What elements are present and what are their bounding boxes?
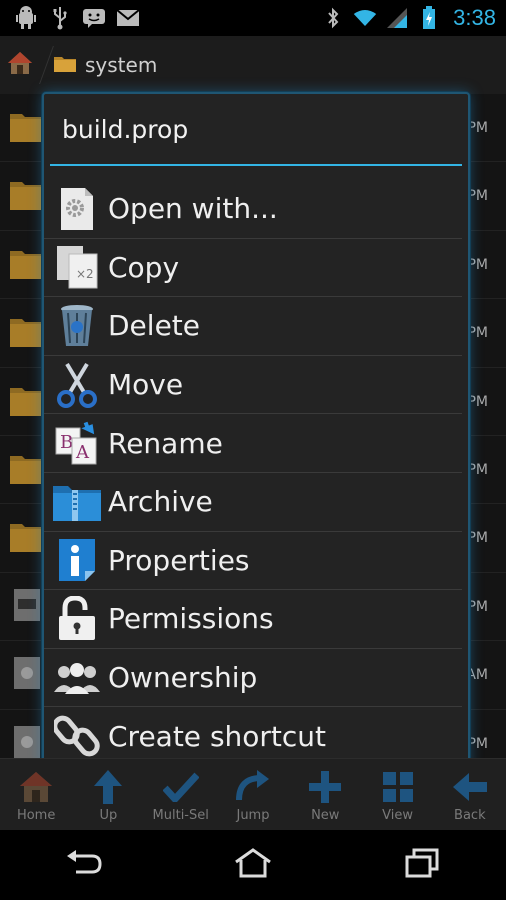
arrow-up-icon [88,768,128,806]
folder-icon [10,450,44,488]
path-home-button[interactable] [0,36,40,94]
bluetooth-icon [321,6,345,30]
folder-icon [10,108,44,146]
menu-item-label: Ownership [108,661,258,695]
menu-item-permissions[interactable]: Permissions [44,590,462,649]
toolbar-back-button[interactable]: Back [437,768,503,823]
jump-icon [233,768,273,806]
path-separator [39,46,54,84]
nav-back-button[interactable] [44,835,124,895]
bottom-toolbar: Home Up Multi-Sel Jump New View Back [0,758,506,831]
nav-home-button[interactable] [213,835,293,895]
menu-item-label: Copy [108,250,180,284]
toolbar-label: Multi-Sel [152,807,209,823]
menu-item-label: Archive [108,485,213,519]
toolbar-label: View [382,807,413,823]
link-icon [50,712,104,760]
menu-item-label: Rename [108,426,223,460]
toolbar-multisel-button[interactable]: Multi-Sel [148,768,214,823]
path-bar: system [0,36,506,95]
toolbar-label: Back [454,807,486,823]
menu-item-delete[interactable]: Delete [44,297,462,356]
toolbar-jump-button[interactable]: Jump [220,768,286,823]
menu-item-label: Create shortcut [108,719,327,753]
usb-icon [48,6,72,30]
toolbar-view-button[interactable]: View [365,768,431,823]
nav-recents-button[interactable] [382,835,462,895]
folder-icon [10,313,44,351]
signal-icon [385,6,409,30]
rename-icon: BA [50,419,104,467]
menu-item-move[interactable]: Move [44,356,462,415]
grid-icon [378,768,418,806]
toolbar-label: New [311,807,340,823]
path-segment-label: system [85,53,158,77]
path-segment-system[interactable]: system [53,53,157,78]
context-menu-dialog: build.prop Open with... ×2 Copy Delete M [42,92,470,772]
title-divider [50,164,462,166]
copy-icon: ×2 [50,243,104,291]
file-icon [10,724,44,762]
menu-item-label: Permissions [108,602,274,636]
folder-icon [10,176,44,214]
status-bar: 3:38 [0,0,506,36]
back-nav-icon [66,850,102,880]
menu-item-rename[interactable]: BA Rename [44,414,462,473]
unlock-icon [50,595,104,643]
toolbar-label: Up [99,807,118,823]
arrow-left-icon [450,768,490,806]
checkmark-icon [161,768,201,806]
menu-item-label: Delete [108,309,200,343]
toolbar-up-button[interactable]: Up [75,768,141,823]
home-nav-icon [234,848,272,882]
menu-item-label: Open with... [108,192,278,226]
home-icon [16,768,56,806]
folder-icon [53,53,77,78]
file-icon [10,655,44,693]
toolbar-home-button[interactable]: Home [3,768,69,823]
recents-nav-icon [405,848,439,882]
android-debug-icon [14,6,38,30]
wifi-icon [353,6,377,30]
menu-item-archive[interactable]: Archive [44,473,462,532]
system-nav-bar [0,830,506,900]
scissors-icon [50,361,104,409]
gmail-icon [116,6,140,30]
messenger-icon [82,6,106,30]
folder-icon [10,382,44,420]
gear-document-icon [50,185,104,233]
toolbar-new-button[interactable]: New [292,768,358,823]
battery-charging-icon [417,6,441,30]
clock: 3:38 [453,5,496,30]
svg-text:B: B [60,432,73,453]
users-icon [50,654,104,702]
menu-item-open-with[interactable]: Open with... [44,180,462,239]
archive-icon [50,478,104,526]
file-icon [10,587,44,625]
context-menu: Open with... ×2 Copy Delete Move BA Rena… [44,180,468,765]
menu-item-label: Move [108,368,184,402]
home-icon [7,50,33,80]
info-icon [50,536,104,584]
toolbar-label: Home [16,807,56,823]
menu-item-create-shortcut[interactable]: Create shortcut [44,707,462,765]
dialog-title: build.prop [62,114,189,144]
menu-item-label: Properties [108,543,250,577]
folder-icon [10,245,44,283]
plus-icon [305,768,345,806]
svg-text:×2: ×2 [76,267,94,281]
toolbar-label: Jump [236,807,270,823]
menu-item-ownership[interactable]: Ownership [44,649,462,708]
svg-text:A: A [75,442,90,463]
menu-item-copy[interactable]: ×2 Copy [44,239,462,298]
folder-icon [10,518,44,556]
menu-item-properties[interactable]: Properties [44,532,462,591]
trash-icon [50,302,104,350]
